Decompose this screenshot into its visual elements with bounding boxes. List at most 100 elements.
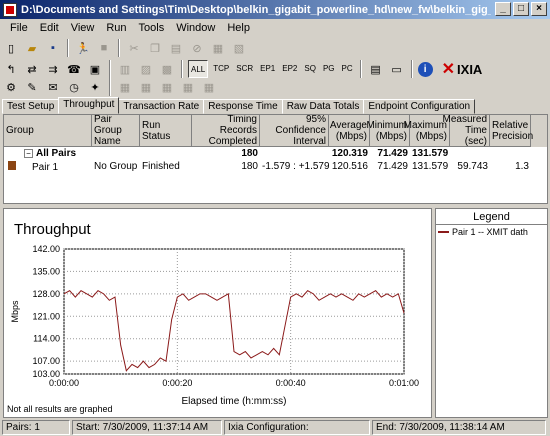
properties-icon: ▦: [212, 42, 224, 55]
all-records: 180: [241, 148, 258, 159]
open-icon[interactable]: ▰: [23, 39, 41, 57]
row-precision: 1.3: [515, 161, 529, 172]
col-relative-precision[interactable]: Relative Precision: [490, 115, 533, 147]
collapse-icon[interactable]: −: [24, 149, 33, 158]
pair-icon: [8, 160, 16, 170]
y-axis-label: Mbps: [10, 300, 20, 323]
chart-title: Throughput: [14, 221, 92, 238]
x-axis-label: Elapsed time (h:mm:ss): [181, 396, 286, 407]
status-end: End: 7/30/2009, 11:38:14 AM: [372, 419, 546, 435]
new-icon[interactable]: ▯: [2, 39, 20, 57]
tab-throughput[interactable]: Throughput: [58, 97, 120, 114]
col-measured-time[interactable]: Measured Time (sec): [443, 115, 490, 147]
filter-scr[interactable]: SCR: [234, 60, 255, 78]
menu-file[interactable]: File: [4, 22, 34, 34]
row-status: Finished: [142, 161, 180, 172]
close-button[interactable]: ×: [531, 2, 547, 16]
maximize-button[interactable]: □: [513, 2, 529, 16]
tab-transaction-rate[interactable]: Transaction Rate: [118, 99, 205, 114]
col-run-status[interactable]: Run Status: [140, 115, 192, 147]
y-tick-label: 107.00: [32, 356, 60, 366]
tab-test-setup[interactable]: Test Setup: [2, 99, 60, 114]
legend-pane: Legend Pair 1 -- XMIT dath: [435, 208, 548, 418]
status-ixia: Ixia Configuration:: [224, 419, 370, 435]
legend-title: Legend: [436, 209, 547, 225]
report-icon[interactable]: ▤: [367, 60, 385, 78]
chart-pane: Throughput 142.00 135.00 128.00 121.00 114.00…: [3, 208, 432, 418]
table-row[interactable]: Pair 1 No Group Finished 180 -1.579 : +1…: [4, 160, 547, 173]
window-title: D:\Documents and Settings\Tim\Desktop\be…: [21, 3, 491, 16]
layout-icon: ▦: [182, 81, 194, 94]
menu-window[interactable]: Window: [170, 22, 221, 34]
row-minimum: 71.429: [377, 161, 408, 172]
legend-item[interactable]: Pair 1 -- XMIT dath: [436, 225, 547, 239]
col-confidence[interactable]: 95% Confidence Interval: [260, 115, 329, 147]
filter-pc[interactable]: PC: [340, 60, 355, 78]
all-average: 120.319: [331, 148, 368, 159]
network-icon[interactable]: ✦: [86, 78, 104, 96]
legend-swatch: [438, 231, 449, 233]
status-pairs: Pairs: 1: [2, 419, 70, 435]
export-icon: ▧: [233, 42, 245, 55]
stop-icon: ■: [100, 42, 108, 54]
chart-footnote: Not all results are graphed: [7, 404, 113, 414]
menu-edit[interactable]: Edit: [34, 22, 65, 34]
options-icon: ▦: [161, 81, 173, 94]
clock-icon[interactable]: ◷: [65, 78, 83, 96]
tab-response-time[interactable]: Response Time: [203, 99, 283, 114]
all-maximum: 131.579: [412, 148, 449, 159]
row-records: 180: [241, 161, 258, 172]
tab-endpoint-configuration[interactable]: Endpoint Configuration: [363, 99, 476, 114]
filter-sq[interactable]: SQ: [302, 60, 318, 78]
paste-icon: ▤: [170, 42, 182, 55]
col-timing-records[interactable]: Timing Records Completed: [192, 115, 260, 147]
run-icon[interactable]: 🏃: [74, 39, 92, 57]
filter-ep2[interactable]: EP2: [280, 60, 299, 78]
tab-raw-data-totals[interactable]: Raw Data Totals: [281, 99, 365, 114]
col-pair-group-name[interactable]: Pair Group Name: [92, 115, 140, 147]
monitor-icon[interactable]: ▭: [388, 60, 406, 78]
row-ci: -1.579 : +1.579: [262, 161, 329, 172]
menu-tools[interactable]: Tools: [133, 22, 171, 34]
table-row[interactable]: − All Pairs 180 120.319 71.429 131.579: [4, 147, 547, 160]
cut-icon: ✂: [129, 42, 139, 55]
menu-view[interactable]: View: [65, 22, 101, 34]
filter-pg[interactable]: PG: [321, 60, 337, 78]
zoom-icon: ▦: [203, 81, 215, 94]
wizard-icon[interactable]: ✎: [23, 78, 41, 96]
endpoint-icon[interactable]: ⚙: [2, 78, 20, 96]
script-icon[interactable]: ✉: [44, 78, 62, 96]
delete-icon: ⊘: [192, 42, 202, 55]
row-maximum: 131.579: [412, 161, 449, 172]
col-average[interactable]: Average (Mbps): [329, 115, 370, 147]
legend-label: Pair 1 -- XMIT dath: [452, 227, 528, 237]
menu-run[interactable]: Run: [100, 22, 132, 34]
row-pair-group: No Group: [94, 161, 138, 172]
ixia-logo: ✕ IXIA: [441, 61, 483, 78]
status-start: Start: 7/30/2009, 11:37:14 AM: [72, 419, 222, 435]
x-tick-label: 0:00:20: [162, 378, 192, 388]
copy-icon: ❐: [150, 42, 160, 55]
plot-area: [63, 248, 405, 375]
toolbar-file: ▯ ▰ ▪ 🏃 ■ ✂ ❐ ▤ ⊘ ▦ ▧: [2, 37, 248, 59]
toolbar-tools: ⚙ ✎ ✉ ◷ ✦ ▦ ▦ ▦ ▦ ▦: [2, 76, 218, 98]
row-time: 59.743: [457, 161, 488, 172]
info-icon[interactable]: i: [417, 61, 433, 77]
all-minimum: 71.429: [377, 148, 408, 159]
filter-ep1[interactable]: EP1: [258, 60, 277, 78]
results-table: Group Pair Group Name Run Status Timing …: [3, 114, 548, 204]
minimize-button[interactable]: _: [495, 2, 511, 16]
graph-icon: ▦: [119, 81, 131, 94]
table-header: Group Pair Group Name Run Status Timing …: [4, 115, 547, 147]
col-group[interactable]: Group: [4, 115, 92, 147]
all-pairs-label: All Pairs: [36, 148, 77, 159]
x-tick-label: 0:01:00: [389, 378, 419, 388]
status-bar: Pairs: 1 Start: 7/30/2009, 11:37:14 AM I…: [0, 418, 550, 436]
save-icon[interactable]: ▪: [44, 39, 62, 57]
menu-help[interactable]: Help: [221, 22, 256, 34]
menu-bar: File Edit View Run Tools Window Help: [0, 19, 550, 37]
throughput-chart: Throughput 142.00 135.00 128.00 121.00 114.00…: [7, 221, 419, 414]
y-tick-label: 114.00: [33, 334, 60, 344]
title-bar: D:\Documents and Settings\Tim\Desktop\be…: [0, 0, 550, 19]
app-icon: [3, 2, 17, 17]
